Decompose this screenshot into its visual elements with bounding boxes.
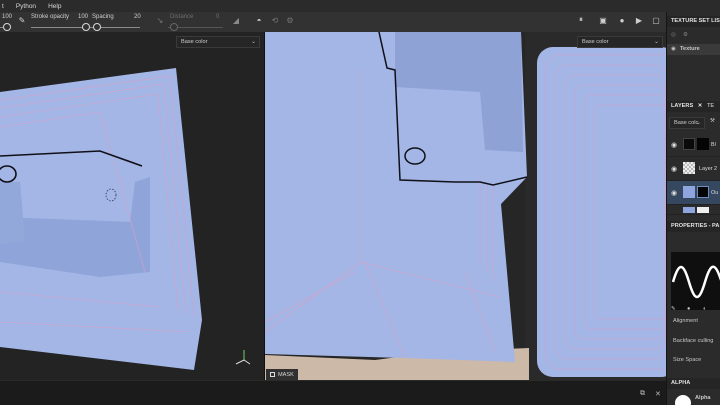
eye-icon[interactable]: ◉	[671, 46, 676, 52]
tool-options-bar: 100 ✎ Stroke opacity 100 Spacing 20 ↘ Di…	[0, 12, 666, 32]
layers-channel-select-value: Base colc	[674, 120, 699, 126]
lazy-mouse-icon[interactable]: ↘	[155, 15, 165, 25]
brush-stroke-preview	[671, 252, 720, 310]
distance-value: 0	[216, 14, 220, 20]
eye-icon[interactable]: ◉	[671, 165, 677, 173]
distance-label: Distance	[170, 14, 194, 20]
close-icon[interactable]: ✕	[698, 103, 703, 109]
menu-item-help[interactable]: Help	[48, 3, 61, 10]
mask-thumbnail	[697, 207, 709, 213]
alpha-preview[interactable]	[675, 395, 691, 405]
bottom-bar: ⧉ ✕	[0, 380, 666, 405]
properties-header: PROPERTIES - PA	[667, 221, 720, 232]
eye-icon[interactable]: ◉	[671, 141, 677, 149]
size-slider-knob[interactable]	[3, 23, 11, 31]
menu-item-python[interactable]: Python	[16, 3, 36, 10]
texture-set-name: Texture	[680, 46, 700, 52]
mesh-3d-view	[0, 68, 251, 370]
layer-thumbnail	[683, 138, 695, 150]
layer-thumbnail	[683, 207, 695, 213]
mask-icon	[270, 372, 275, 377]
layer-name: Layer 2	[699, 166, 717, 172]
eye-icon[interactable]: ◉	[671, 189, 677, 197]
wrench-icon[interactable]: ⚒	[710, 118, 715, 124]
settings-icon[interactable]: ⚙	[683, 32, 688, 38]
brush-tool-icon[interactable]: ✎	[671, 306, 676, 312]
mask-thumbnail	[697, 138, 709, 150]
visibility-icon[interactable]: ◎	[671, 32, 676, 38]
alpha-label: Alpha	[695, 395, 711, 401]
channel-select-left[interactable]: Base color ⌄	[176, 36, 260, 48]
layer-row[interactable]: ◉ Bl	[667, 133, 720, 157]
symmetry-icon[interactable]: ◓	[254, 15, 264, 25]
close-icon[interactable]: ✕	[655, 390, 661, 398]
distance-slider-knob[interactable]	[170, 23, 178, 31]
render-icon[interactable]: ▶	[634, 15, 644, 25]
camera-icon[interactable]: ▣	[598, 15, 608, 25]
backface-culling-label: Backface culling	[673, 338, 714, 344]
mask-thumbnail	[697, 186, 709, 198]
menu-item-file[interactable]: t	[2, 3, 4, 10]
right-panel: TEXTURE SET LIS ◎ ⚙ ◉ Texture LAYERS ✕ T…	[666, 12, 720, 405]
menu-bar: t Python Help	[0, 0, 720, 12]
channel-select-right[interactable]: Base color ⌄	[577, 36, 663, 48]
mask-label: MASK	[278, 371, 294, 378]
layers-tab[interactable]: LAYERS	[671, 103, 693, 109]
layers-header: LAYERS ✕ TE	[667, 101, 720, 112]
spacing-slider-knob[interactable]	[93, 23, 101, 31]
restore-icon[interactable]: ⧉	[640, 390, 645, 398]
display-icon[interactable]: ●	[617, 15, 627, 25]
texture-set-item[interactable]: ◉ Texture	[667, 44, 720, 55]
viewport-2d[interactable]: Base color ⌄	[265, 32, 666, 380]
layer-name: Bl	[711, 142, 716, 148]
uv-face-secondary	[537, 47, 666, 377]
material-icon[interactable]: ●	[687, 306, 690, 312]
settings-icon[interactable]: ⚙	[285, 15, 295, 25]
reset-icon[interactable]: ⟲	[270, 15, 280, 25]
stroke-opacity-label: Stroke opacity	[31, 14, 70, 20]
alpha-icon[interactable]: ◐	[703, 306, 706, 312]
layer-name: Ou	[711, 190, 719, 196]
chevron-down-icon: ⌄	[653, 39, 659, 45]
alpha-header: ALPHA	[667, 378, 720, 389]
axis-gizmo	[235, 350, 251, 365]
size-value: 100	[2, 14, 13, 20]
spacing-value: 20	[134, 14, 141, 20]
pressure-icon[interactable]: ◢	[231, 15, 241, 25]
size-space-label: Size Space	[673, 357, 702, 363]
brush-icon[interactable]: ✎	[17, 15, 27, 25]
stroke-opacity-value: 100	[78, 14, 89, 20]
texture-set-list-header: TEXTURE SET LIS	[667, 16, 720, 27]
mask-toggle[interactable]: MASK	[266, 369, 298, 380]
pause-icon[interactable]: ⏸	[576, 15, 586, 25]
layer-row[interactable]: ◉ Layer 2	[667, 157, 720, 181]
spacing-label: Spacing	[92, 14, 114, 20]
layers-channel-select[interactable]: Base colc ⌄	[669, 117, 705, 129]
chevron-down-icon: ⌄	[695, 120, 701, 126]
stroke-opacity-slider-knob[interactable]	[82, 23, 90, 31]
layer-row[interactable]	[667, 205, 720, 215]
uv-2d-view	[265, 32, 666, 380]
layer-row-selected[interactable]: ◉ Ou	[667, 181, 720, 205]
alignment-label: Alignment	[673, 318, 698, 324]
viewport-3d[interactable]: Base color ⌄	[0, 32, 264, 380]
channel-select-right-value: Base color	[582, 39, 609, 45]
layer-thumbnail	[683, 162, 695, 174]
textures-tab[interactable]: TE	[707, 103, 714, 109]
channel-select-left-value: Base color	[181, 39, 208, 45]
screenshot-icon[interactable]: ▢	[651, 15, 661, 25]
stroke-opacity-slider-track[interactable]	[31, 27, 84, 28]
layer-thumbnail	[683, 186, 695, 198]
chevron-down-icon: ⌄	[250, 39, 256, 45]
